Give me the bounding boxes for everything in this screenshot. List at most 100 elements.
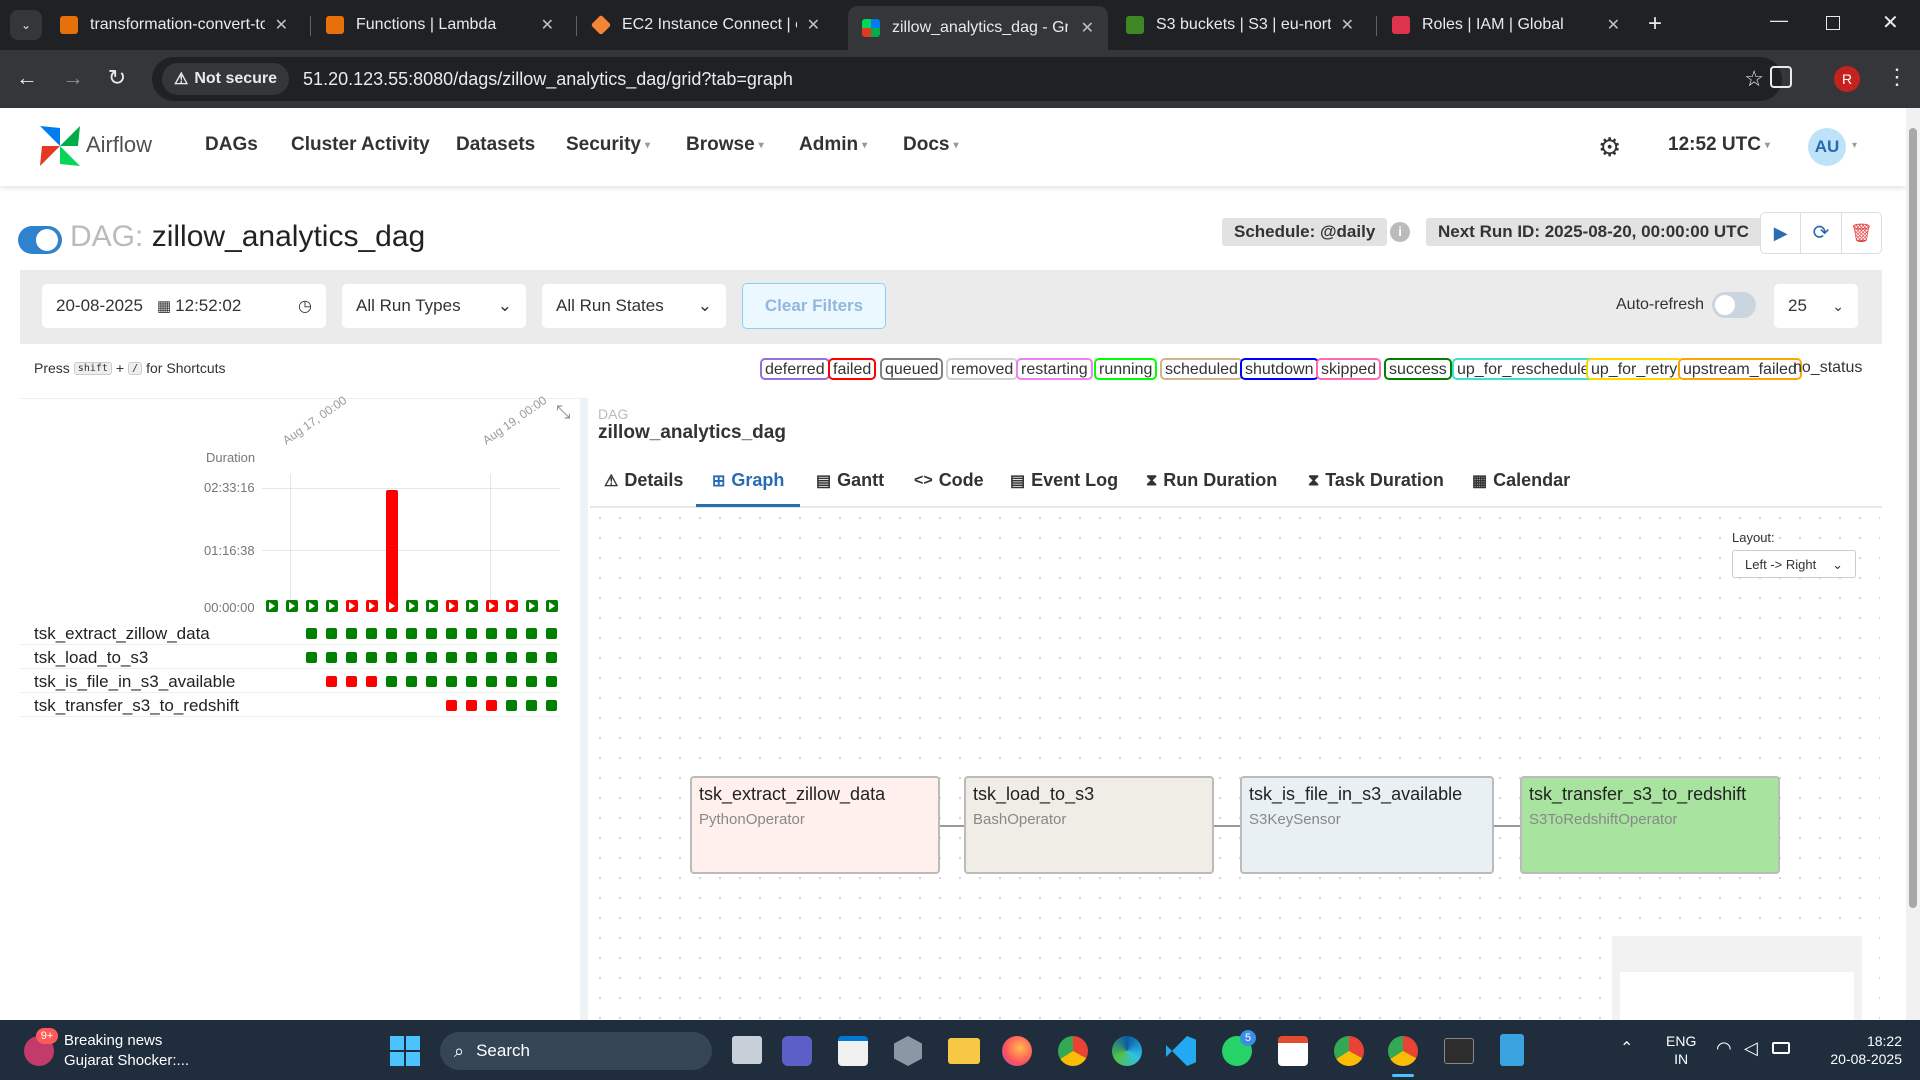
browser-tab-active[interactable]: zillow_analytics_dag - Grid ✕ [848,6,1108,50]
task-instance-square[interactable] [486,652,497,663]
task-instance-square[interactable] [386,628,397,639]
reparse-dag-button[interactable]: ⟳ [1801,213,1842,253]
profile-avatar[interactable]: R [1834,66,1860,92]
minimize-button[interactable]: — [1770,10,1788,31]
graph-node-load[interactable]: tsk_load_to_s3 BashOperator [964,776,1214,874]
state-legend-up-for-retry[interactable]: up_for_retry [1586,358,1683,380]
close-tab-icon[interactable]: ✕ [1331,15,1354,35]
state-legend-scheduled[interactable]: scheduled [1160,358,1243,380]
task-instance-square[interactable] [546,700,557,711]
notepad-icon[interactable] [1500,1034,1524,1066]
dag-run-bar[interactable] [466,600,478,612]
graph-minimap[interactable] [1612,936,1862,1020]
extensions-icon[interactable] [1770,66,1792,88]
restore-button[interactable] [1826,16,1840,30]
close-tab-icon[interactable]: ✕ [1071,18,1094,38]
nav-datasets[interactable]: Datasets [456,134,535,156]
task-instance-square[interactable] [326,628,337,639]
task-view-icon[interactable] [732,1036,762,1064]
task-instance-square[interactable] [406,628,417,639]
task-instance-square[interactable] [346,628,357,639]
state-legend-shutdown[interactable]: shutdown [1240,358,1319,380]
task-instance-square[interactable] [346,652,357,663]
graph-node-transfer[interactable]: tsk_transfer_s3_to_redshift S3ToRedshift… [1520,776,1780,874]
task-instance-square[interactable] [446,676,457,687]
taskbar-search[interactable]: ⌕ Search [440,1032,712,1070]
task-instance-square[interactable] [506,700,517,711]
task-name[interactable]: tsk_load_to_s3 [34,648,148,668]
chrome-icon[interactable] [1058,1036,1088,1066]
calendar-app-icon[interactable] [1278,1036,1308,1066]
timezone-menu[interactable]: 12:52 UTC ▾ [1668,134,1770,156]
delete-dag-button[interactable]: 🗑 [1842,213,1881,253]
reload-button[interactable]: ↻ [102,64,132,92]
dag-run-bar[interactable] [346,600,358,612]
chevron-up-icon[interactable]: ⌃ [1620,1038,1633,1058]
battery-icon[interactable] [1772,1042,1790,1054]
new-tab-button[interactable]: + [1648,10,1662,38]
run-states-select[interactable]: All Run States ⌄ [542,284,726,328]
task-instance-square[interactable] [426,628,437,639]
nav-admin[interactable]: Admin ▾ [799,134,867,156]
state-legend-success[interactable]: success [1384,358,1452,380]
auto-refresh-toggle[interactable] [1712,292,1756,318]
task-instance-square[interactable] [526,700,537,711]
browser-menu-icon[interactable]: ⋮ [1886,64,1908,90]
task-instance-square[interactable] [446,652,457,663]
dag-run-bar[interactable] [426,600,438,612]
task-instance-square[interactable] [486,628,497,639]
nav-browse[interactable]: Browse ▾ [686,134,764,156]
dag-run-bar[interactable] [486,600,498,612]
state-legend-upstream-failed[interactable]: upstream_failed [1678,358,1802,380]
close-window-button[interactable]: ✕ [1882,10,1899,35]
start-button[interactable] [390,1036,420,1066]
tab-calendar[interactable]: ▦ Calendar [1472,470,1570,491]
tab-list-button[interactable]: ⌄ [10,10,42,40]
news-subtitle[interactable]: Gujarat Shocker:... [64,1052,189,1069]
task-instance-square[interactable] [306,628,317,639]
state-legend-running[interactable]: running [1094,358,1158,380]
trigger-dag-button[interactable]: ▶ [1761,213,1802,253]
file-explorer-icon[interactable] [948,1038,980,1064]
task-instance-square[interactable] [366,676,377,687]
task-instance-square[interactable] [346,676,357,687]
airflow-brand[interactable]: Airflow [86,132,152,158]
state-legend-removed[interactable]: removed [946,358,1019,380]
tab-task-duration[interactable]: ⧗ Task Duration [1308,470,1444,491]
task-instance-square[interactable] [306,652,317,663]
state-legend-no-status[interactable]: no_status [1790,358,1865,380]
state-legend-restarting[interactable]: restarting [1016,358,1093,380]
close-tab-icon[interactable]: ✕ [265,15,288,35]
firefox-icon[interactable] [1002,1036,1032,1066]
run-types-select[interactable]: All Run Types ⌄ [342,284,526,328]
base-date-input[interactable]: 20-08-2025 ▦ 12:52:02 ◷ [42,284,326,328]
dag-run-bar[interactable] [326,600,338,612]
browser-tab[interactable]: Functions | Lambda ✕ [312,8,568,42]
task-instance-square[interactable] [326,652,337,663]
task-instance-square[interactable] [406,676,417,687]
edge-icon[interactable] [1112,1036,1142,1066]
nav-cluster-activity[interactable]: Cluster Activity [291,134,430,156]
task-instance-square[interactable] [486,676,497,687]
browser-tab[interactable]: EC2 Instance Connect | eu- ✕ [578,8,834,42]
dag-run-bar[interactable] [266,600,278,612]
state-legend-failed[interactable]: failed [828,358,877,380]
task-name[interactable]: tsk_transfer_s3_to_redshift [34,696,239,716]
language-indicator[interactable]: ENG IN [1666,1032,1696,1068]
browser-tab[interactable]: Roles | IAM | Global ✕ [1378,8,1634,42]
task-instance-square[interactable] [366,628,377,639]
state-legend-deferred[interactable]: deferred [760,358,830,380]
user-avatar[interactable]: AU [1808,128,1846,166]
nav-security[interactable]: Security ▾ [566,134,650,156]
panel-resize-handle[interactable] [580,398,588,1020]
store-icon[interactable] [838,1036,868,1066]
vscode-icon[interactable] [1166,1036,1196,1066]
dag-run-bar[interactable] [306,600,318,612]
news-title[interactable]: Breaking news [64,1032,162,1049]
calendar-icon[interactable]: ▦ [157,297,171,315]
task-instance-square[interactable] [506,628,517,639]
num-runs-select[interactable]: 25 ⌄ [1774,284,1858,328]
info-icon[interactable]: i [1390,222,1410,242]
task-instance-square[interactable] [326,676,337,687]
browser-tab[interactable]: S3 buckets | S3 | eu-north- ✕ [1112,8,1368,42]
